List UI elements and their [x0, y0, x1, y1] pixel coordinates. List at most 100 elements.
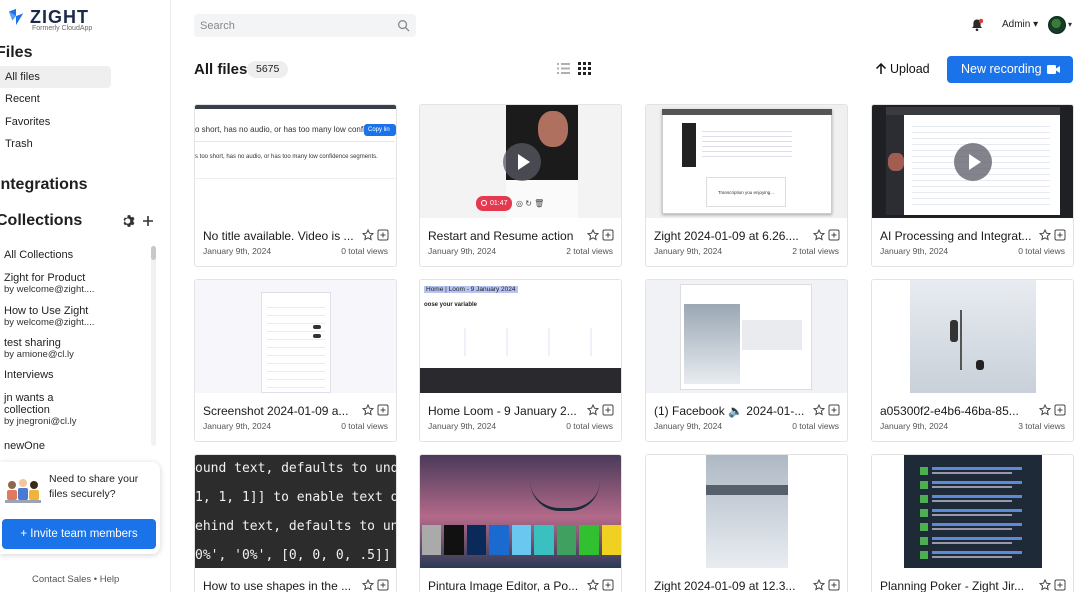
- file-card[interactable]: Home | Loom - 9 January 2024 oose your v…: [419, 279, 622, 442]
- collection-item[interactable]: Zight for Product by welcome@zight....: [4, 272, 94, 296]
- add-to-collection-icon[interactable]: [828, 229, 840, 241]
- add-to-collection-icon[interactable]: [828, 404, 840, 416]
- invite-card: Need to share your files securely? + Inv…: [0, 462, 160, 554]
- star-icon[interactable]: [587, 579, 599, 591]
- star-icon[interactable]: [813, 404, 825, 416]
- gear-icon[interactable]: [122, 214, 136, 228]
- file-thumbnail[interactable]: [420, 455, 621, 568]
- file-thumbnail[interactable]: 01:47 ◎ ↻ 🗑: [420, 105, 621, 218]
- user-avatar[interactable]: [1048, 16, 1066, 34]
- integrations-section-title[interactable]: Integrations: [0, 176, 88, 194]
- star-icon[interactable]: [1039, 229, 1051, 241]
- search-bar[interactable]: [194, 14, 416, 37]
- file-card[interactable]: Transcription you enjoying... Zight 2024…: [645, 104, 848, 267]
- collection-item[interactable]: All Collections: [4, 249, 73, 261]
- collection-item[interactable]: How to Use Zight by welcome@zight....: [4, 305, 94, 329]
- file-title[interactable]: Pintura Image Editor, a Po...: [428, 579, 583, 592]
- notification-bell-icon[interactable]: [970, 18, 984, 32]
- file-views: 0 total views: [1018, 246, 1065, 256]
- collections-scrollbar[interactable]: [151, 246, 156, 446]
- file-title[interactable]: Zight 2024-01-09 at 6.26....: [654, 229, 809, 243]
- file-card[interactable]: Zight 2024-01-09 at 12.3...: [645, 454, 848, 592]
- add-to-collection-icon[interactable]: [1054, 229, 1066, 241]
- file-title[interactable]: Zight 2024-01-09 at 12.3...: [654, 579, 809, 592]
- file-card[interactable]: ound text, defaults to undefine1, 1, 1]]…: [194, 454, 397, 592]
- add-collection-icon[interactable]: [142, 215, 154, 227]
- file-thumbnail[interactable]: [646, 455, 847, 568]
- star-icon[interactable]: [362, 579, 374, 591]
- chevron-down-icon[interactable]: ▾: [1068, 20, 1072, 29]
- star-icon[interactable]: [362, 404, 374, 416]
- sidebar-item-favorites[interactable]: Favorites: [0, 111, 111, 133]
- star-icon[interactable]: [1039, 579, 1051, 591]
- add-to-collection-icon[interactable]: [602, 579, 614, 591]
- star-icon[interactable]: [813, 579, 825, 591]
- sidebar-item-all-files[interactable]: All files: [0, 66, 111, 88]
- collection-item[interactable]: jn wants a collection by jnegroni@cl.ly: [4, 392, 84, 428]
- file-thumbnail[interactable]: [872, 455, 1073, 568]
- file-thumbnail[interactable]: Transcription you enjoying...: [646, 105, 847, 218]
- file-title[interactable]: Home Loom - 9 January 2...: [428, 404, 583, 418]
- file-card[interactable]: Screenshot 2024-01-09 a... January 9th, …: [194, 279, 397, 442]
- file-title[interactable]: Screenshot 2024-01-09 a...: [203, 404, 358, 418]
- collections-section-title: Collections: [0, 212, 83, 229]
- file-card[interactable]: Pintura Image Editor, a Po...: [419, 454, 622, 592]
- add-to-collection-icon[interactable]: [828, 579, 840, 591]
- file-date: January 9th, 2024: [654, 246, 723, 256]
- new-recording-button[interactable]: New recording: [947, 56, 1073, 83]
- file-thumbnail[interactable]: ound text, defaults to undefine1, 1, 1]]…: [195, 455, 396, 568]
- list-view-icon[interactable]: [557, 62, 570, 75]
- file-thumbnail[interactable]: [872, 280, 1073, 393]
- file-card[interactable]: Planning Poker - Zight Jir...: [871, 454, 1074, 592]
- file-title[interactable]: No title available. Video is ...: [203, 229, 358, 243]
- file-title[interactable]: Restart and Resume action: [428, 229, 583, 243]
- file-date: January 9th, 2024: [428, 421, 497, 431]
- file-thumbnail[interactable]: Home | Loom - 9 January 2024 oose your v…: [420, 280, 621, 393]
- add-to-collection-icon[interactable]: [377, 404, 389, 416]
- sidebar-footer-links[interactable]: Contact Sales • Help: [32, 574, 119, 585]
- add-to-collection-icon[interactable]: [377, 229, 389, 241]
- file-card[interactable]: AI Processing and Integrat... January 9t…: [871, 104, 1074, 267]
- scrollbar-thumb[interactable]: [151, 246, 156, 260]
- grid-view-icon[interactable]: [578, 62, 591, 75]
- file-thumbnail[interactable]: o short, has no audio, or has too many l…: [195, 105, 396, 218]
- file-title[interactable]: a05300f2-e4b6-46ba-85...: [880, 404, 1035, 418]
- add-to-collection-icon[interactable]: [377, 579, 389, 591]
- star-icon[interactable]: [813, 229, 825, 241]
- collection-item[interactable]: test sharing by amione@cl.ly: [4, 337, 74, 361]
- file-title[interactable]: How to use shapes in the ...: [203, 579, 358, 592]
- sidebar-item-recent[interactable]: Recent: [0, 88, 111, 110]
- collection-item[interactable]: newOne: [4, 440, 45, 452]
- file-thumbnail[interactable]: [646, 280, 847, 393]
- page-title: All files: [194, 61, 248, 78]
- admin-menu[interactable]: Admin ▾: [1002, 19, 1038, 30]
- search-input[interactable]: [194, 14, 384, 37]
- file-title[interactable]: AI Processing and Integrat...: [880, 229, 1035, 243]
- file-card[interactable]: (1) Facebook 🔈 2024-01-... January 9th, …: [645, 279, 848, 442]
- file-title[interactable]: (1) Facebook 🔈 2024-01-...: [654, 404, 809, 418]
- add-to-collection-icon[interactable]: [602, 229, 614, 241]
- add-to-collection-icon[interactable]: [1054, 404, 1066, 416]
- add-to-collection-icon[interactable]: [602, 404, 614, 416]
- video-camera-icon: [1047, 65, 1060, 74]
- invite-team-button[interactable]: + Invite team members: [2, 519, 156, 549]
- logo[interactable]: ZIGHT: [7, 8, 89, 26]
- file-views: 2 total views: [566, 246, 613, 256]
- add-to-collection-icon[interactable]: [1054, 579, 1066, 591]
- sidebar: ZIGHT Formerly CloudApp Files All files …: [0, 0, 171, 592]
- file-card[interactable]: o short, has no audio, or has too many l…: [194, 104, 397, 267]
- star-icon[interactable]: [587, 229, 599, 241]
- file-card[interactable]: 01:47 ◎ ↻ 🗑 Restart and Resume action Ja…: [419, 104, 622, 267]
- upload-button[interactable]: Upload: [875, 62, 930, 76]
- star-icon[interactable]: [587, 404, 599, 416]
- upload-label: Upload: [890, 62, 930, 76]
- sidebar-item-trash[interactable]: Trash: [0, 133, 111, 155]
- search-icon[interactable]: [397, 19, 410, 32]
- star-icon[interactable]: [1039, 404, 1051, 416]
- collection-item[interactable]: Interviews: [4, 369, 54, 381]
- file-card[interactable]: a05300f2-e4b6-46ba-85... January 9th, 20…: [871, 279, 1074, 442]
- star-icon[interactable]: [362, 229, 374, 241]
- file-thumbnail[interactable]: [195, 280, 396, 393]
- file-title[interactable]: Planning Poker - Zight Jir...: [880, 579, 1035, 592]
- file-thumbnail[interactable]: [872, 105, 1073, 218]
